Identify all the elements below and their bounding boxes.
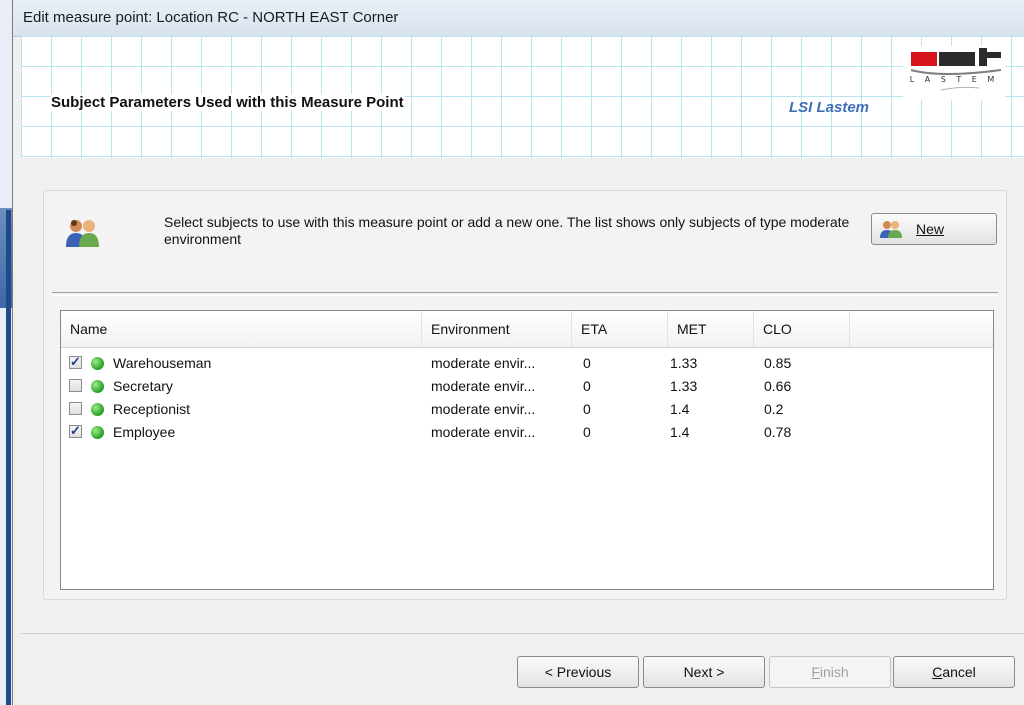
cell-clo: 0.66 <box>764 378 792 394</box>
column-header-clo[interactable]: CLO <box>754 311 850 347</box>
cell-clo: 0.78 <box>764 424 792 440</box>
table-row[interactable]: Receptionist moderate envir... 0 1.4 0.2 <box>61 398 993 421</box>
wizard-header: Subject Parameters Used with this Measur… <box>21 36 1024 158</box>
footer-divider <box>21 633 1024 634</box>
brand-name: LSI Lastem <box>789 99 870 116</box>
finish-accel: F <box>811 664 820 680</box>
next-button[interactable]: Next > <box>643 656 765 688</box>
subjects-panel: Select subjects to use with this measure… <box>43 190 1007 600</box>
column-header-name[interactable]: Name <box>61 311 422 347</box>
page-title: Subject Parameters Used with this Measur… <box>51 94 404 111</box>
cell-met: 1.33 <box>670 378 698 394</box>
subjects-table[interactable]: Name Environment ETA MET CLO Warehousema… <box>60 310 994 590</box>
title-bar[interactable]: Edit measure point: Location RC - NORTH … <box>13 0 1024 37</box>
cell-name: Employee <box>113 424 176 440</box>
new-button-label: New <box>916 221 945 237</box>
column-header-met[interactable]: MET <box>668 311 754 347</box>
instruction-text: Select subjects to use with this measure… <box>164 214 850 247</box>
row-checkbox[interactable] <box>69 402 82 415</box>
cell-name: Secretary <box>113 378 173 394</box>
status-dot-icon <box>91 426 104 439</box>
cell-met: 1.4 <box>670 424 690 440</box>
users-icon <box>66 220 99 247</box>
new-subject-button[interactable]: New <box>871 213 997 245</box>
background-window-edge <box>0 0 12 705</box>
cell-eta: 0 <box>583 378 591 394</box>
status-dot-icon <box>91 380 104 393</box>
status-dot-icon <box>91 357 104 370</box>
cancel-accel: C <box>932 664 943 680</box>
cell-eta: 0 <box>583 401 591 417</box>
cancel-label: ancel <box>942 664 976 680</box>
cell-environment: moderate envir... <box>431 355 536 371</box>
cancel-button[interactable]: Cancel <box>893 656 1015 688</box>
window-title: Edit measure point: Location RC - NORTH … <box>23 9 399 26</box>
column-header-environment[interactable]: Environment <box>422 311 572 347</box>
table-row[interactable]: Warehouseman moderate envir... 0 1.33 0.… <box>61 352 993 375</box>
table-header: Name Environment ETA MET CLO <box>61 311 993 348</box>
cell-clo: 0.2 <box>764 401 784 417</box>
cell-met: 1.4 <box>670 401 690 417</box>
row-checkbox[interactable] <box>69 354 82 370</box>
lsi-lastem-logo: L A S T E M <box>903 46 1005 100</box>
cell-environment: moderate envir... <box>431 424 536 440</box>
status-dot-icon <box>91 403 104 416</box>
row-checkbox[interactable] <box>69 423 82 439</box>
cell-environment: moderate envir... <box>431 378 536 394</box>
finish-label: inish <box>819 664 849 680</box>
add-users-icon <box>880 221 902 238</box>
column-header-eta[interactable]: ETA <box>572 311 668 347</box>
svg-text:L A S T E M: L A S T E M <box>910 75 999 84</box>
cell-eta: 0 <box>583 424 591 440</box>
cell-environment: moderate envir... <box>431 401 536 417</box>
wizard-dialog: Edit measure point: Location RC - NORTH … <box>12 0 1024 705</box>
table-row[interactable]: Employee moderate envir... 0 1.4 0.78 <box>61 421 993 444</box>
cell-clo: 0.85 <box>764 355 792 371</box>
table-row[interactable]: Secretary moderate envir... 0 1.33 0.66 <box>61 375 993 398</box>
finish-button[interactable]: Finish <box>769 656 891 688</box>
cell-name: Warehouseman <box>113 355 212 371</box>
cell-met: 1.33 <box>670 355 698 371</box>
cell-name: Receptionist <box>113 401 191 417</box>
cell-eta: 0 <box>583 355 591 371</box>
row-checkbox[interactable] <box>69 379 82 392</box>
divider <box>52 292 998 296</box>
previous-button[interactable]: < Previous <box>517 656 639 688</box>
